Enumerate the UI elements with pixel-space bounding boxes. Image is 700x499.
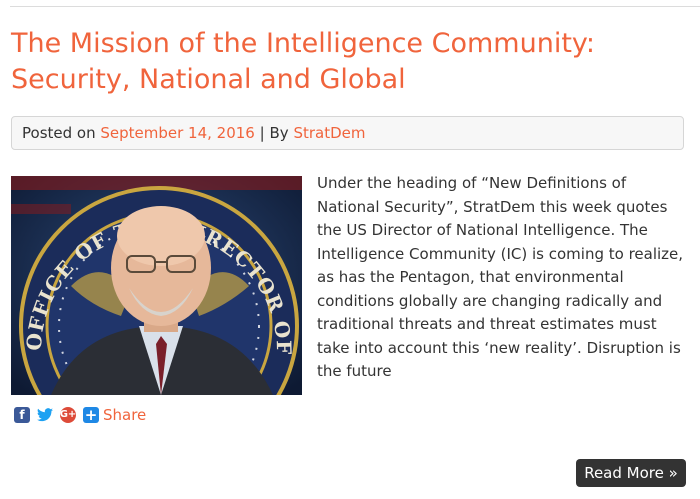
google-plus-icon[interactable]: G+ (60, 407, 76, 423)
twitter-icon[interactable] (37, 407, 53, 423)
post-meta-bar: Posted on September 14, 2016 | By StratD… (11, 116, 684, 150)
posted-on-label: Posted on (22, 124, 96, 142)
plus-icon[interactable]: + (83, 407, 99, 423)
post-excerpt: Under the heading of “New Definitions of… (317, 174, 684, 380)
share-bar: f G+ + Share (14, 405, 146, 425)
top-divider (10, 6, 700, 7)
by-label: By (269, 124, 289, 142)
facebook-icon[interactable]: f (14, 407, 30, 423)
featured-image[interactable]: OFFICE OF THE DIRECTOR OF NATIONAL INTEL… (11, 176, 302, 395)
read-more-button[interactable]: Read More » (576, 459, 686, 487)
post-title-link[interactable]: The Mission of the Intelligence Communit… (11, 26, 691, 98)
post-date-link[interactable]: September 14, 2016 (100, 124, 254, 142)
share-label[interactable]: Share (103, 406, 146, 424)
meta-separator: | (259, 124, 265, 142)
author-link[interactable]: StratDem (293, 124, 365, 142)
